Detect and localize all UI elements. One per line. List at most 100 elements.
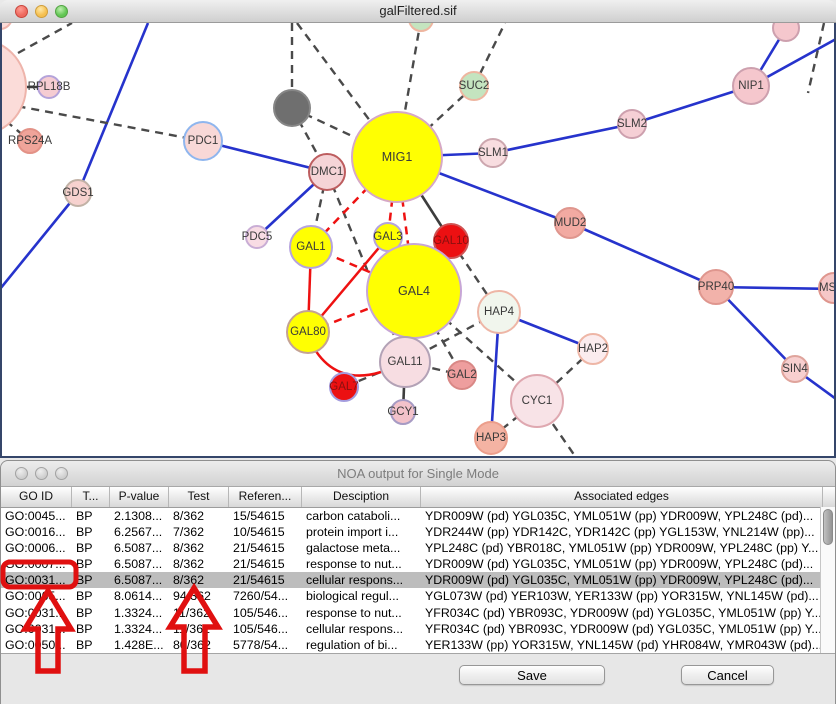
cell-type: BP [72,556,110,572]
table-row[interactable]: GO:0007...BP6.5087...8/36221/54615respon… [1,556,835,572]
cell-p_value: 1.3324... [110,621,169,637]
cell-p_value: 6.5087... [110,556,169,572]
graph-node-unlabeled-topgreen[interactable] [409,23,433,31]
column-header-p-value[interactable]: P-value [110,487,169,507]
cell-edges: YGL073W (pd) YER103W, YER133W (pp) YOR31… [421,588,823,604]
graph-window-titlebar[interactable]: galFiltered.sif [0,0,836,23]
table-row[interactable]: GO:0031...BP1.3324...11/362105/546...res… [1,605,835,621]
table-row[interactable]: GO:0031...BP6.5087...8/36221/54615cellul… [1,572,835,588]
graph-edge[interactable] [78,23,148,193]
graph-node-PRP40[interactable] [699,270,733,304]
cell-test: 8/362 [169,540,229,556]
cell-go_id: GO:0045... [1,508,72,524]
cell-reference: 5778/54... [229,637,302,653]
graph-edge[interactable] [808,23,824,93]
graph-edge[interactable] [2,193,78,289]
graph-node-SIN4[interactable] [782,356,808,382]
graph-node-unlabeled-topleft[interactable] [2,23,12,29]
graph-node-PDC1[interactable] [184,122,222,160]
cell-test: 7/362 [169,524,229,540]
graph-node-MIG1[interactable] [352,112,442,202]
cell-edges: YFR034C (pd) YBR093C, YDR009W (pd) YGL03… [421,605,823,621]
graph-node-PDC5[interactable] [246,226,268,248]
graph-node-HAP4[interactable] [478,291,520,333]
table-row[interactable]: GO:0065...BP8.0614...94/3627260/54...bio… [1,588,835,604]
cell-type: BP [72,637,110,653]
cell-p_value: 1.3324... [110,605,169,621]
graph-node-GCY1[interactable] [391,400,415,424]
cell-edges: YDR009W (pd) YGL035C, YML051W (pp) YDR00… [421,556,823,572]
cell-type: BP [72,621,110,637]
cancel-button[interactable]: Cancel [681,665,774,685]
cell-reference: 21/54615 [229,556,302,572]
table-row[interactable]: GO:0050...BP1.428E...80/3625778/54...reg… [1,637,835,653]
graph-edge[interactable] [18,23,72,53]
noa-window-titlebar[interactable]: NOA output for Single Mode [1,461,835,487]
cell-test: 11/362 [169,605,229,621]
graph-node-GDS1[interactable] [65,180,91,206]
cell-go_id: GO:0031... [1,605,72,621]
save-button[interactable]: Save [459,665,605,685]
column-header-go-id[interactable]: GO ID [1,487,72,507]
graph-node-GAL1[interactable] [290,226,332,268]
cell-test: 8/362 [169,508,229,524]
cell-p_value: 2.1308... [110,508,169,524]
graph-node-unlabeled-topright[interactable] [773,23,799,41]
column-header-test[interactable]: Test [169,487,229,507]
column-header-description[interactable]: Desciption [302,487,421,507]
cell-description: cellular respons... [302,621,421,637]
graph-node-RPS24A[interactable] [18,129,42,153]
graph-node-DMC1[interactable] [309,154,345,190]
cell-go_id: GO:0031... [1,621,72,637]
cell-reference: 21/54615 [229,572,302,588]
graph-node-SLM1[interactable] [479,139,507,167]
graph-node-GAL11[interactable] [380,337,430,387]
cell-test: 94/362 [169,588,229,604]
column-header-associated-edges[interactable]: Associated edges [421,487,823,507]
cell-description: biological regul... [302,588,421,604]
results-table: GO ID T... P-value Test Referen... Desci… [1,487,835,654]
vertical-scrollbar[interactable] [820,507,835,653]
column-header-reference[interactable]: Referen... [229,487,302,507]
graph-window-title: galFiltered.sif [0,0,836,22]
cell-description: cellular respons... [302,572,421,588]
graph-node-SLM2[interactable] [618,110,646,138]
cell-edges: YPL248C (pd) YBR018C, YML051W (pp) YDR00… [421,540,823,556]
graph-node-HAP3[interactable] [475,422,507,454]
graph-node-RPL18B[interactable] [38,76,60,98]
cell-reference: 21/54615 [229,540,302,556]
cell-description: carbon cataboli... [302,508,421,524]
noa-window: NOA output for Single Mode GO ID T... P-… [0,460,836,704]
graph-edge[interactable] [493,124,632,153]
graph-node-unlabeled-gray[interactable] [274,90,310,126]
graph-node-unlabeled-left[interactable] [2,39,26,135]
graph-node-HAP2[interactable] [578,334,608,364]
graph-node-NIP1[interactable] [733,68,769,104]
scrollbar-thumb[interactable] [823,509,833,545]
cell-test: 11/362 [169,621,229,637]
cell-p_value: 8.0614... [110,588,169,604]
graph-node-CYC1[interactable] [511,375,563,427]
table-row[interactable]: GO:0045...BP2.1308...8/36215/54615carbon… [1,508,835,524]
cell-go_id: GO:0050... [1,637,72,653]
graph-node-GAL2[interactable] [448,361,476,389]
cell-test: 80/362 [169,637,229,653]
graph-node-MSL1[interactable] [819,273,834,303]
cell-p_value: 1.428E... [110,637,169,653]
graph-edge[interactable] [570,223,716,287]
graph-node-GAL80[interactable] [287,311,329,353]
table-row[interactable]: GO:0031...BP1.3324...11/362105/546...cel… [1,621,835,637]
graph-node-SUC2[interactable] [460,72,488,100]
graph-node-GAL4[interactable] [367,244,461,338]
graph-node-MUD2[interactable] [555,208,585,238]
table-row[interactable]: GO:0016...BP6.2567...7/36210/54615protei… [1,524,835,540]
table-row[interactable]: GO:0006...BP6.5087...8/36221/54615galact… [1,540,835,556]
graph-node-GAL7[interactable] [330,373,358,401]
cell-description: response to nut... [302,556,421,572]
column-header-type[interactable]: T... [72,487,110,507]
cell-reference: 105/546... [229,621,302,637]
cell-p_value: 6.5087... [110,572,169,588]
cell-test: 8/362 [169,556,229,572]
network-canvas[interactable]: RPL18BRPS24AGDS1PDC1DMC1MIG1PDC5GAL1GAL3… [0,23,836,458]
table-body: GO:0045...BP2.1308...8/36215/54615carbon… [1,508,835,653]
